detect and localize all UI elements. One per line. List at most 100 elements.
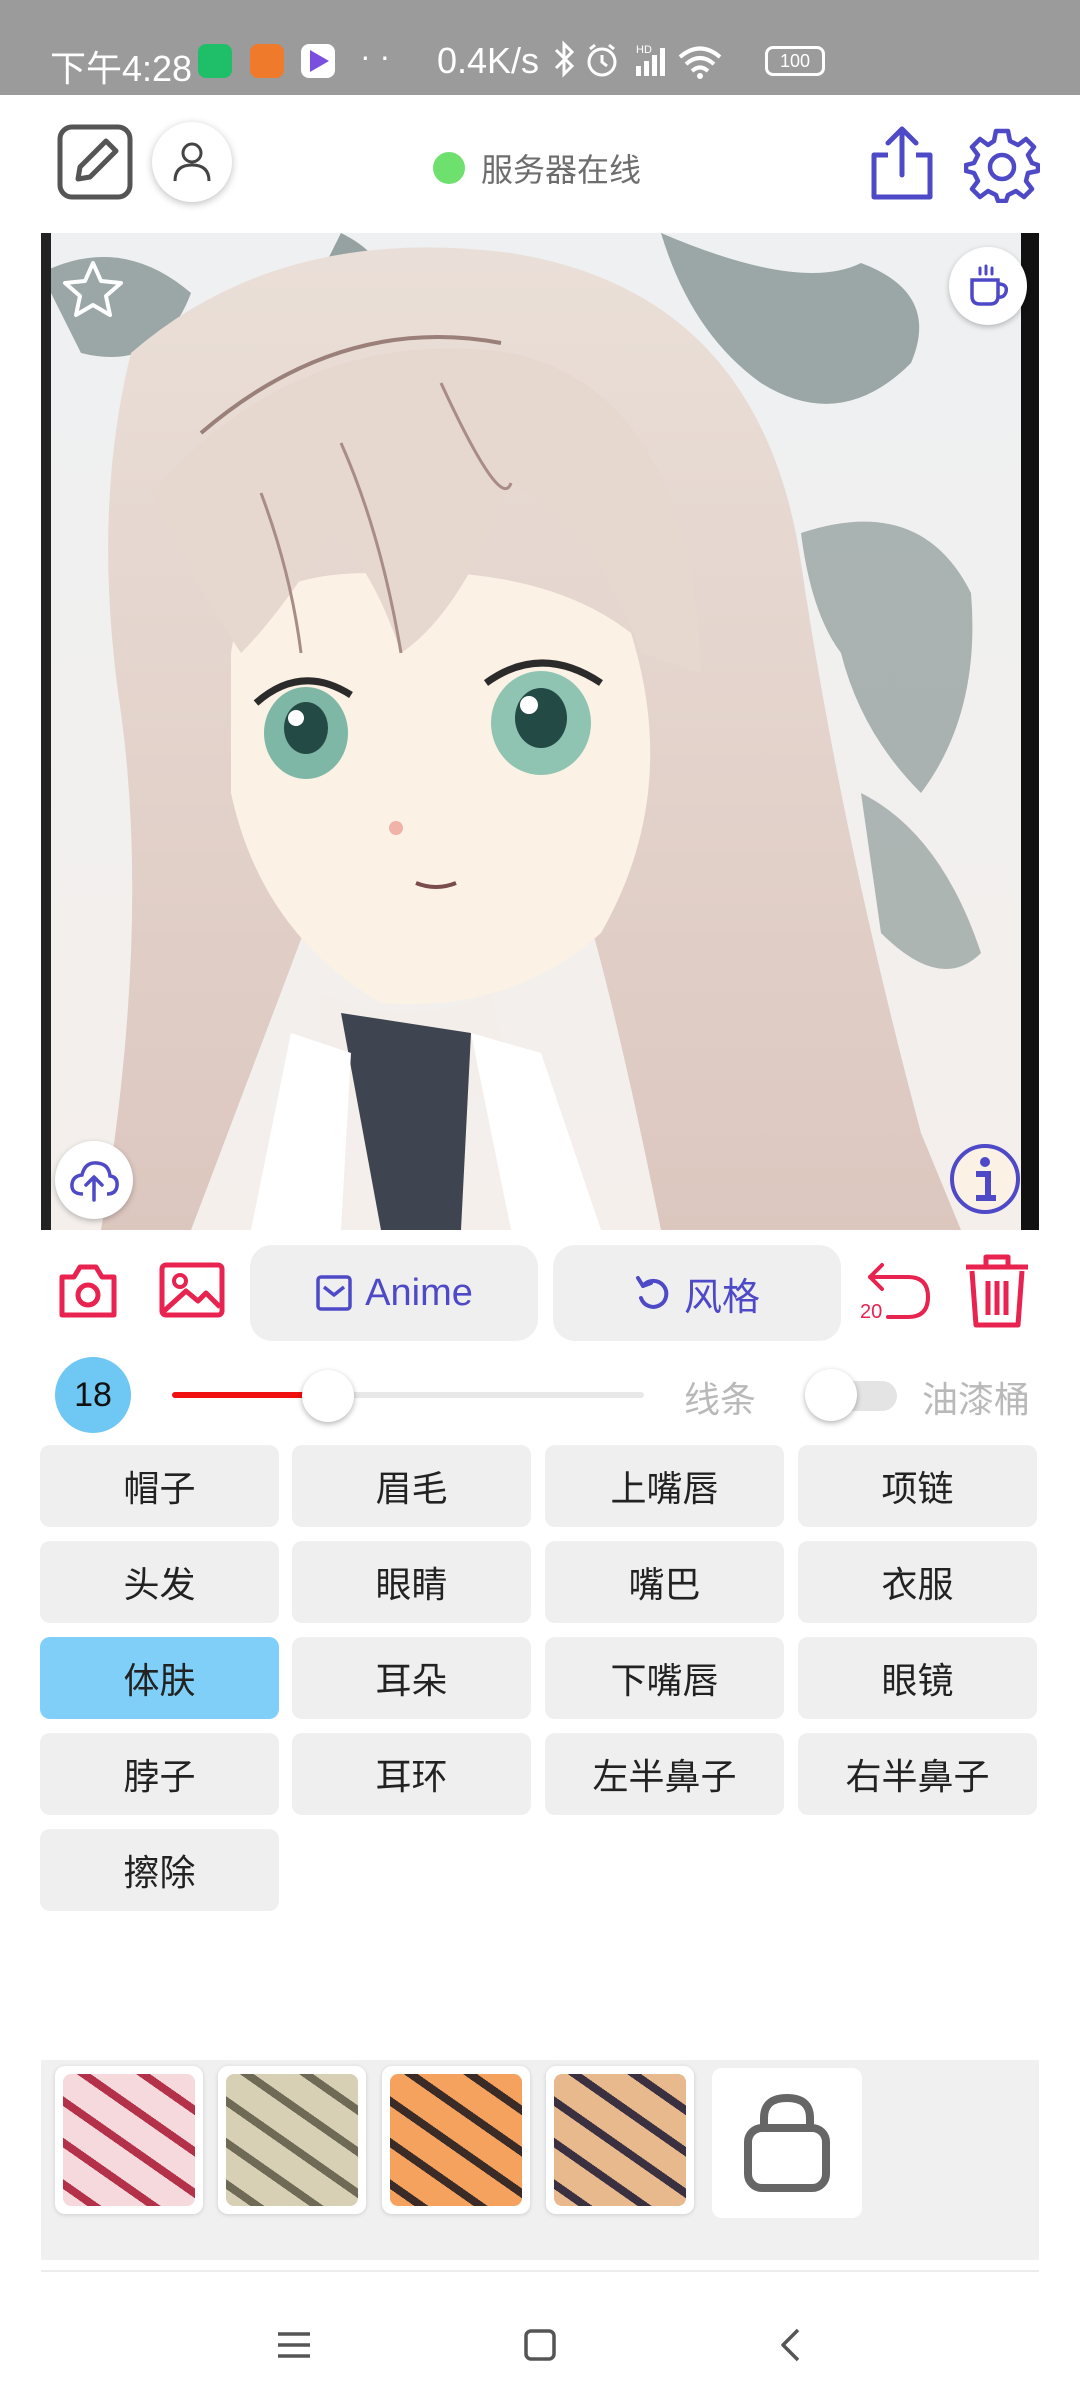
network-speed: 0.4K/s bbox=[437, 40, 540, 81]
square-icon bbox=[524, 2329, 556, 2361]
part-button-label: 擦除 bbox=[123, 1853, 196, 1894]
texture-swatch-dark-pattern[interactable] bbox=[546, 2066, 694, 2214]
system-icons: HD bbox=[554, 40, 722, 79]
info-button[interactable] bbox=[948, 1142, 1022, 1220]
settings-icon bbox=[963, 128, 1041, 204]
delete-button[interactable] bbox=[962, 1253, 1032, 1333]
edit-button[interactable] bbox=[56, 123, 134, 205]
part-button[interactable]: 右半鼻子 bbox=[798, 1733, 1037, 1815]
part-button-label: 头发 bbox=[123, 1565, 196, 1606]
part-button[interactable]: 头发 bbox=[40, 1541, 279, 1623]
status-time: 下午4:28 bbox=[50, 48, 193, 89]
anime-portrait-image bbox=[41, 233, 1039, 1230]
swatch-pattern bbox=[390, 2074, 522, 2206]
toggle-knob bbox=[805, 1369, 857, 1421]
paint-bucket-toggle[interactable] bbox=[805, 1369, 901, 1421]
trash-icon bbox=[966, 1254, 1028, 1328]
part-button-label: 眼镜 bbox=[881, 1661, 954, 1702]
part-button-label: 项链 bbox=[881, 1469, 954, 1510]
brush-size-badge: 18 bbox=[55, 1357, 131, 1433]
anime-label: Anime bbox=[365, 1271, 473, 1314]
settings-button[interactable] bbox=[963, 127, 1041, 207]
wifi-icon bbox=[678, 46, 722, 73]
part-button[interactable]: 擦除 bbox=[40, 1829, 279, 1911]
part-button-label: 嘴巴 bbox=[628, 1565, 701, 1606]
part-button-label: 眼睛 bbox=[375, 1565, 448, 1606]
part-button[interactable]: 项链 bbox=[798, 1445, 1037, 1527]
back-button[interactable] bbox=[760, 2315, 820, 2375]
share-icon bbox=[871, 126, 933, 200]
part-button[interactable]: 衣服 bbox=[798, 1541, 1037, 1623]
server-status: 服务器在线 bbox=[433, 145, 641, 191]
part-button[interactable]: 左半鼻子 bbox=[545, 1733, 784, 1815]
part-button[interactable]: 耳环 bbox=[292, 1733, 531, 1815]
camera-button[interactable] bbox=[58, 1263, 118, 1323]
cloud-upload-icon bbox=[70, 1161, 119, 1202]
part-button[interactable]: 眉毛 bbox=[292, 1445, 531, 1527]
swatch-pattern bbox=[226, 2074, 358, 2206]
recent-apps-button[interactable] bbox=[264, 2315, 324, 2375]
coffee-icon bbox=[970, 264, 1009, 306]
star-icon bbox=[63, 261, 123, 317]
home-button[interactable] bbox=[510, 2315, 570, 2375]
brush-size-slider-thumb[interactable] bbox=[301, 1370, 354, 1422]
part-button-label: 帽子 bbox=[123, 1469, 196, 1510]
chevron-left-icon bbox=[781, 2328, 800, 2362]
brush-settings-row: 18 线条 油漆桶 bbox=[0, 1355, 1080, 1435]
play-app-icon bbox=[301, 44, 335, 78]
battery-indicator: 100 bbox=[765, 46, 825, 76]
texture-swatch-khaki-pattern[interactable] bbox=[218, 2066, 366, 2214]
checkbox-mail-icon bbox=[316, 1275, 352, 1311]
paint-bucket-label: 油漆桶 bbox=[922, 1380, 1031, 1421]
part-button-label: 衣服 bbox=[881, 1565, 954, 1606]
store-app-icon bbox=[250, 44, 284, 78]
shopping-bag-icon bbox=[744, 2093, 830, 2192]
shield-app-icon bbox=[198, 44, 232, 78]
alarm-icon bbox=[587, 43, 617, 77]
part-button[interactable]: 嘴巴 bbox=[545, 1541, 784, 1623]
undo-count: 20 bbox=[860, 1301, 883, 1323]
share-button[interactable] bbox=[868, 125, 936, 205]
edit-icon bbox=[57, 124, 133, 200]
style-button[interactable]: 风格 bbox=[553, 1245, 841, 1341]
part-button-label: 下嘴唇 bbox=[610, 1661, 719, 1702]
style-label: 风格 bbox=[683, 1276, 760, 1319]
part-button-label: 耳环 bbox=[375, 1757, 448, 1798]
action-row: Anime 风格 20 bbox=[0, 1245, 1080, 1343]
camera-icon bbox=[59, 1264, 117, 1318]
server-status-text: 服务器在线 bbox=[481, 151, 642, 189]
part-button[interactable]: 体肤 bbox=[40, 1637, 279, 1719]
shop-button[interactable] bbox=[712, 2068, 862, 2218]
part-button[interactable]: 帽子 bbox=[40, 1445, 279, 1527]
part-button[interactable]: 眼镜 bbox=[798, 1637, 1037, 1719]
drawing-canvas[interactable] bbox=[41, 233, 1039, 1230]
part-button[interactable]: 眼睛 bbox=[292, 1541, 531, 1623]
texture-swatch-bar bbox=[41, 2060, 1039, 2260]
more-notifications: · · bbox=[360, 38, 391, 74]
image-icon bbox=[159, 1262, 225, 1318]
brush-size-slider[interactable] bbox=[172, 1370, 644, 1422]
texture-swatch-pink-pattern[interactable] bbox=[55, 2066, 203, 2214]
part-button[interactable]: 下嘴唇 bbox=[545, 1637, 784, 1719]
bluetooth-icon bbox=[554, 40, 575, 78]
user-button[interactable] bbox=[152, 122, 232, 202]
favorite-button[interactable] bbox=[61, 259, 125, 323]
status-bar: 下午4:28 · · 0.4K/s HD 100 bbox=[0, 0, 1080, 95]
coffee-button[interactable] bbox=[949, 247, 1027, 325]
part-button-label: 脖子 bbox=[123, 1757, 196, 1798]
line-mode-label: 线条 bbox=[684, 1380, 757, 1421]
user-icon bbox=[173, 142, 211, 182]
part-button[interactable]: 上嘴唇 bbox=[545, 1445, 784, 1527]
part-button[interactable]: 耳朵 bbox=[292, 1637, 531, 1719]
rotate-icon bbox=[635, 1276, 669, 1309]
divider bbox=[41, 2270, 1039, 2272]
part-button[interactable]: 脖子 bbox=[40, 1733, 279, 1815]
gallery-button[interactable] bbox=[158, 1261, 226, 1323]
texture-swatch-orange-pattern[interactable] bbox=[382, 2066, 530, 2214]
system-navigation-bar bbox=[0, 2290, 1080, 2400]
part-button-label: 左半鼻子 bbox=[592, 1757, 737, 1798]
upload-button[interactable] bbox=[55, 1141, 133, 1219]
anime-button[interactable]: Anime bbox=[250, 1245, 538, 1341]
menu-icon bbox=[278, 2332, 310, 2358]
swatch-pattern bbox=[63, 2074, 195, 2206]
